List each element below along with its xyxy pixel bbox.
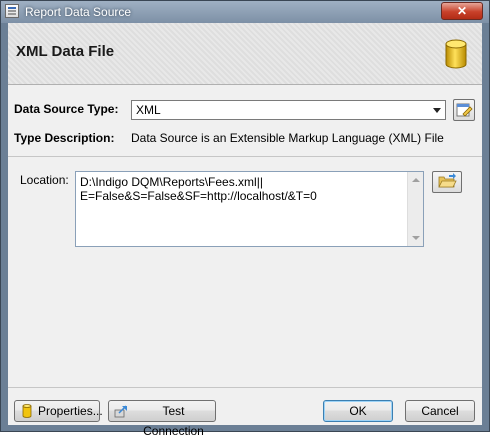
data-source-type-select[interactable]: XML	[131, 100, 446, 120]
dialog-client-area: XML Data File Data Source Type: XML Type…	[8, 23, 482, 438]
folder-open-icon	[438, 173, 457, 188]
database-icon	[445, 39, 467, 69]
cancel-button[interactable]: Cancel	[405, 400, 475, 422]
edit-data-source-button[interactable]	[453, 99, 475, 121]
data-source-type-value: XML	[136, 103, 161, 117]
report-icon	[5, 4, 19, 18]
browse-location-button[interactable]	[432, 171, 462, 193]
header-banner: XML Data File	[8, 23, 482, 85]
chevron-down-icon[interactable]	[433, 108, 441, 113]
dialog-footer: Properties... Test Connection OK Cancel	[8, 387, 482, 438]
window-title: Report Data Source	[25, 5, 132, 19]
vertical-scrollbar[interactable]	[407, 172, 423, 246]
cancel-button-label: Cancel	[421, 404, 459, 418]
ok-button[interactable]: OK	[323, 400, 393, 422]
test-connection-icon	[114, 405, 127, 418]
properties-button-label: Properties...	[38, 404, 103, 418]
test-connection-button-label: Test Connection	[143, 404, 204, 438]
location-textarea[interactable]: D:\Indigo DQM\Reports\Fees.xml|| E=False…	[75, 171, 424, 247]
location-label: Location:	[20, 173, 69, 187]
data-source-type-label: Data Source Type:	[14, 102, 119, 116]
close-icon: ✕	[456, 4, 468, 18]
scroll-down-icon[interactable]	[412, 236, 420, 240]
location-line: E=False&S=False&SF=http://localhost/&T=0	[80, 189, 317, 203]
ok-button-label: OK	[349, 404, 367, 418]
scroll-up-icon[interactable]	[412, 178, 420, 182]
edit-icon	[456, 103, 473, 117]
location-line: D:\Indigo DQM\Reports\Fees.xml||	[80, 175, 263, 189]
test-connection-button[interactable]: Test Connection	[108, 400, 216, 438]
page-title: XML Data File	[16, 43, 115, 60]
title-bar[interactable]: Report Data Source ✕	[1, 1, 489, 23]
dialog-window: Report Data Source ✕ XML Data File Data …	[0, 0, 490, 438]
close-button[interactable]: ✕	[441, 2, 483, 20]
properties-button[interactable]: Properties...	[14, 400, 103, 422]
type-description-label: Type Description:	[14, 131, 115, 145]
properties-icon	[22, 404, 32, 418]
type-description-value: Data Source is an Extensible Markup Lang…	[131, 131, 444, 145]
section-divider	[8, 156, 482, 157]
